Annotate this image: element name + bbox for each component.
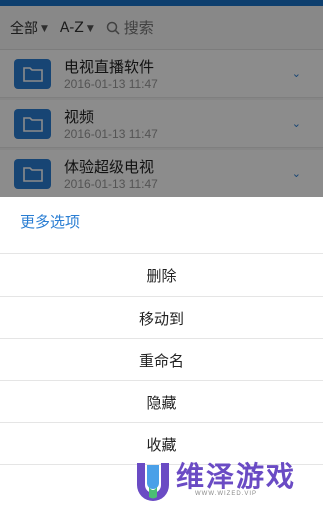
watermark: 维泽游戏 WWW.WIZED.VIP (135, 455, 320, 505)
watermark-logo-icon (137, 463, 169, 501)
sheet-title: 更多选项 (20, 213, 81, 231)
menu-item-rename[interactable]: 重命名 (0, 339, 323, 381)
watermark-text: 维泽游戏 (176, 460, 297, 493)
menu-item-move-to[interactable]: 移动到 (0, 297, 323, 339)
dim-overlay[interactable] (0, 0, 323, 197)
menu-item-hide[interactable]: 隐藏 (0, 381, 323, 423)
watermark-subtext: WWW.WIZED.VIP (195, 491, 257, 497)
menu-item-delete[interactable]: 删除 (0, 254, 323, 296)
